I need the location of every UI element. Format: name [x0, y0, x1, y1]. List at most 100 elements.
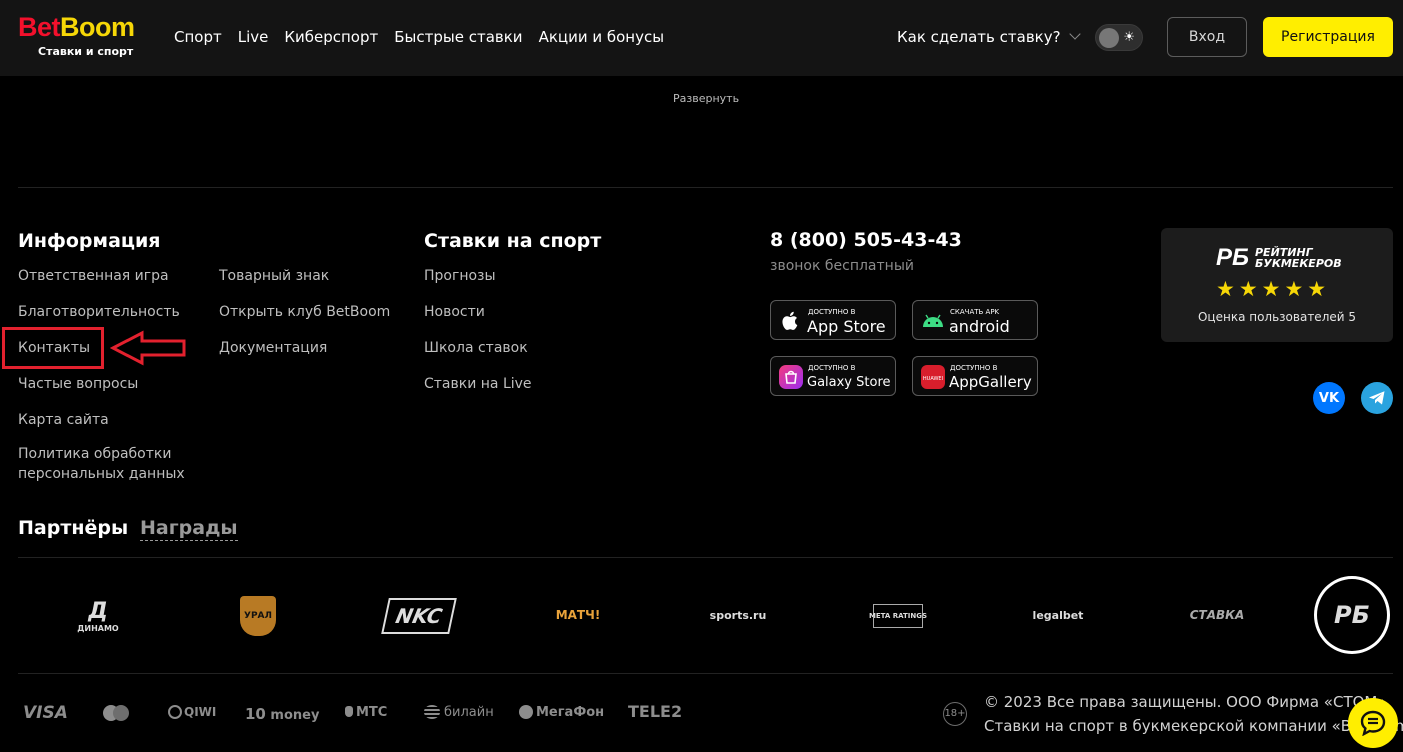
theme-toggle[interactable]: ☀ [1095, 24, 1143, 51]
partner-ural[interactable]: УРАЛ [240, 596, 276, 636]
link-news[interactable]: Новости [424, 302, 485, 322]
partner-label: META RATINGS [868, 612, 928, 620]
nav-quick-bets[interactable]: Быстрые ставки [394, 27, 522, 47]
link-live-bets[interactable]: Ставки на Live [424, 374, 532, 394]
payment-label: МТС [356, 705, 388, 720]
link-faq[interactable]: Частые вопросы [18, 374, 138, 394]
vk-icon: VK [1318, 390, 1340, 406]
partner-label: МАТЧ! [555, 608, 601, 622]
galaxy-store-button[interactable]: ДОСТУПНО В Galaxy Store [770, 356, 896, 396]
betboom-logo[interactable]: BetBoom Ставки и спорт [18, 12, 150, 62]
mts-egg-icon [345, 706, 353, 717]
rating-stars: ★★★★★ [1216, 277, 1331, 301]
store-small-label: ДОСТУПНО В [808, 308, 856, 316]
logo-boom: Boom [60, 12, 135, 42]
logo-wordmark: BetBoom [18, 12, 135, 42]
telegram-button[interactable] [1361, 382, 1393, 414]
android-icon [921, 309, 945, 333]
nav-live[interactable]: Live [238, 27, 269, 47]
chat-icon [1360, 710, 1386, 736]
link-predictions[interactable]: Прогнозы [424, 266, 496, 286]
rating-logo: РБ РЕЙТИНГ БУКМЕКЕРОВ [1216, 244, 1342, 272]
link-sitemap[interactable]: Карта сайта [18, 410, 109, 430]
link-privacy-policy-line2[interactable]: персональных данных [18, 464, 185, 484]
rating-logo-text: РЕЙТИНГ БУКМЕКЕРОВ [1255, 247, 1342, 269]
svg-text:HUAWEI: HUAWEI [923, 376, 943, 382]
rating-logo-line2: БУКМЕКЕРОВ [1255, 257, 1342, 270]
link-charity[interactable]: Благотворительность [18, 302, 180, 322]
nav-esports[interactable]: Киберспорт [284, 27, 378, 47]
app-store-button[interactable]: ДОСТУПНО В App Store [770, 300, 896, 340]
payment-beeline: билайн [424, 705, 494, 720]
android-apk-button[interactable]: СКАЧАТЬ APK android [912, 300, 1038, 340]
store-small-label: ДОСТУПНО В [950, 364, 998, 372]
partner-label: legalbet [1032, 608, 1084, 622]
top-header: BetBoom Ставки и спорт Спорт Live Киберс… [0, 0, 1403, 76]
payment-label: QIWI [184, 705, 217, 719]
info-title: Информация [18, 230, 161, 252]
footer-divider-top [18, 187, 1393, 188]
sport-title: Ставки на спорт [424, 230, 602, 252]
partner-rating-bookmakers-seal[interactable]: РБ [1314, 576, 1390, 654]
store-name: AppGallery [949, 373, 1032, 391]
payment-label: билайн [444, 705, 494, 720]
support-chat-button[interactable] [1348, 698, 1398, 748]
telegram-icon [1369, 391, 1385, 405]
vk-button[interactable]: VK [1313, 382, 1345, 414]
partner-label: NKC [393, 604, 445, 628]
how-to-bet-dropdown[interactable]: Как сделать ставку? [897, 27, 1081, 47]
appgallery-button[interactable]: HUAWEI ДОСТУПНО В AppGallery [912, 356, 1038, 396]
partner-sports-ru[interactable]: sports.ru [708, 606, 768, 624]
tab-partners[interactable]: Партнёры [18, 517, 128, 539]
store-small-label: СКАЧАТЬ APK [950, 308, 1000, 316]
partner-stavka[interactable]: СТАВКА [1186, 606, 1248, 624]
copyright-line2: Ставки на спорт в букмекерской компании … [984, 717, 1403, 735]
partner-label: РБ [1334, 601, 1370, 629]
partner-label: ДИНАМО [77, 623, 119, 633]
arrow-left-icon [110, 330, 186, 366]
link-trademark[interactable]: Товарный знак [219, 266, 329, 286]
link-open-club[interactable]: Открыть клуб BetBoom [219, 302, 390, 322]
partner-dinamo[interactable]: Д ДИНАМО [70, 592, 126, 640]
payment-label: money [270, 708, 320, 723]
partner-label: УРАЛ [244, 611, 272, 621]
phone-note: звонок бесплатный [770, 258, 914, 274]
payment-mastercard [101, 704, 131, 726]
store-small-label: ДОСТУПНО В [808, 364, 856, 372]
age-limit-badge: 18+ [943, 702, 967, 726]
login-button[interactable]: Вход [1167, 17, 1247, 57]
nav-promotions[interactable]: Акции и бонусы [539, 27, 665, 47]
link-privacy-policy-line1[interactable]: Политика обработки [18, 444, 171, 464]
payment-yoomoney: 10 money [245, 705, 319, 723]
payment-label: МегаФон [536, 705, 605, 720]
link-betting-school[interactable]: Школа ставок [424, 338, 528, 358]
sun-icon: ☀ [1123, 30, 1135, 45]
tab-awards[interactable]: Награды [140, 517, 238, 541]
payment-mts: МТС [345, 705, 387, 720]
logo-subtitle: Ставки и спорт [38, 45, 134, 58]
link-responsible-gaming[interactable]: Ответственная игра [18, 266, 169, 286]
partner-nkc[interactable]: NKC [381, 598, 457, 634]
toggle-knob [1099, 28, 1119, 48]
logo-bet: Bet [18, 12, 61, 42]
partner-label: СТАВКА [1189, 608, 1245, 622]
beeline-icon [424, 705, 440, 719]
bookmaker-rating-card[interactable]: РБ РЕЙТИНГ БУКМЕКЕРОВ ★★★★★ Оценка пользо… [1161, 228, 1393, 342]
rating-score: Оценка пользователей 5 [1197, 310, 1356, 324]
partners-divider [18, 557, 1393, 558]
partner-match-tv[interactable]: МАТЧ! [552, 606, 604, 624]
how-to-bet-label: Как сделать ставку? [897, 28, 1061, 46]
chevron-down-icon [1068, 28, 1081, 40]
mastercard-icon [103, 705, 129, 721]
nav-sport[interactable]: Спорт [174, 27, 222, 47]
register-button[interactable]: Регистрация [1263, 17, 1393, 57]
payment-visa: VISA [23, 703, 68, 723]
partner-legalbet[interactable]: legalbet [1028, 606, 1088, 624]
rating-logo-mark: РБ [1216, 244, 1249, 271]
phone-number[interactable]: 8 (800) 505-43-43 [770, 229, 962, 251]
partner-meta-ratings[interactable]: META RATINGS [869, 604, 927, 628]
link-documentation[interactable]: Документация [219, 338, 327, 358]
megafon-icon [519, 705, 533, 719]
expand-link[interactable]: Развернуть [673, 92, 739, 105]
store-name: Galaxy Store [807, 375, 891, 390]
